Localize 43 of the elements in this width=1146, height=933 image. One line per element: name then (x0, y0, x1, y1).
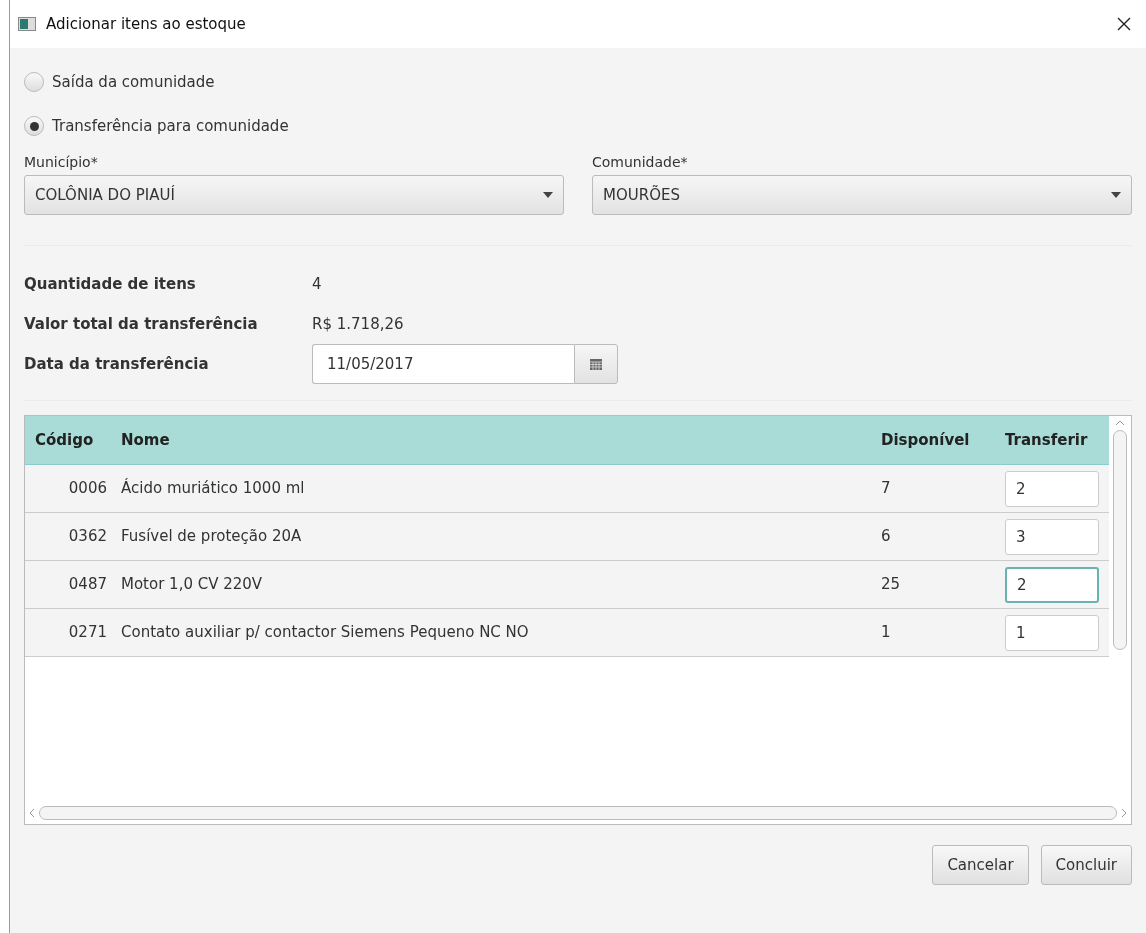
table-cell-text: 0362 (67, 526, 108, 548)
table-cell-text: Contato auxiliar p/ contactor Siemens Pequeno NC NO (121, 622, 530, 644)
radio-option[interactable]: Saída da comunidade (24, 60, 215, 104)
summary-value: R$ 1.718,26 (312, 313, 404, 335)
field-label: Comunidade* (592, 153, 689, 172)
dropdown-field[interactable]: COLÔNIA DO PIAUÍ (24, 175, 564, 215)
table-cell-text: 0006 (67, 478, 108, 500)
scroll-right-icon[interactable] (1121, 808, 1127, 818)
caret-icon (1111, 192, 1121, 198)
window-title: Adicionar itens ao estoque (46, 13, 246, 35)
table-cell-text: 25 (881, 574, 902, 596)
quantity-field[interactable]: 3 (1005, 518, 1099, 555)
table-cell-text: Ácido muriático 1000 ml (121, 477, 306, 500)
calendar-button[interactable] (574, 344, 618, 384)
dialog-button[interactable]: Concluir (1040, 845, 1132, 885)
scroll-up-icon[interactable] (1115, 420, 1125, 426)
radio-option[interactable]: Transferência para comunidade (24, 104, 289, 148)
summary-label: Quantidade de itens (24, 273, 197, 295)
summary-label: Valor total da transferência (24, 313, 259, 335)
date-field[interactable]: 11/05/2017 (312, 344, 574, 384)
summary-label: Data da transferência (24, 353, 210, 375)
table-cell-text: 0487 (67, 574, 108, 596)
table-cell-text: 6 (881, 526, 892, 548)
summary-value: 4 (312, 273, 322, 295)
quantity-field[interactable]: 2 (1005, 470, 1099, 507)
table-cell-text: Fusível de proteção 20A (121, 526, 303, 548)
field-label: Município* (24, 153, 99, 172)
table-cell-text: Motor 1,0 CV 220V (121, 574, 264, 596)
table-cell-text: 7 (881, 478, 892, 500)
dropdown-field[interactable]: MOURÕES (592, 175, 1132, 215)
column-header[interactable]: Nome (121, 428, 881, 452)
calendar-icon (590, 358, 602, 370)
scroll-left-icon[interactable] (29, 808, 35, 818)
caret-icon (543, 192, 553, 198)
quantity-field[interactable]: 2 (1005, 566, 1099, 603)
table-cell-text: 1 (881, 622, 892, 644)
window-icon (18, 17, 36, 31)
dialog-button[interactable]: Cancelar (932, 845, 1029, 885)
column-header[interactable]: Código (25, 428, 121, 452)
column-header[interactable]: Transferir (1005, 428, 1109, 452)
quantity-field[interactable]: 1 (1005, 614, 1099, 651)
table-cell-text: 0271 (67, 622, 108, 644)
column-header[interactable]: Disponível (881, 428, 1005, 452)
